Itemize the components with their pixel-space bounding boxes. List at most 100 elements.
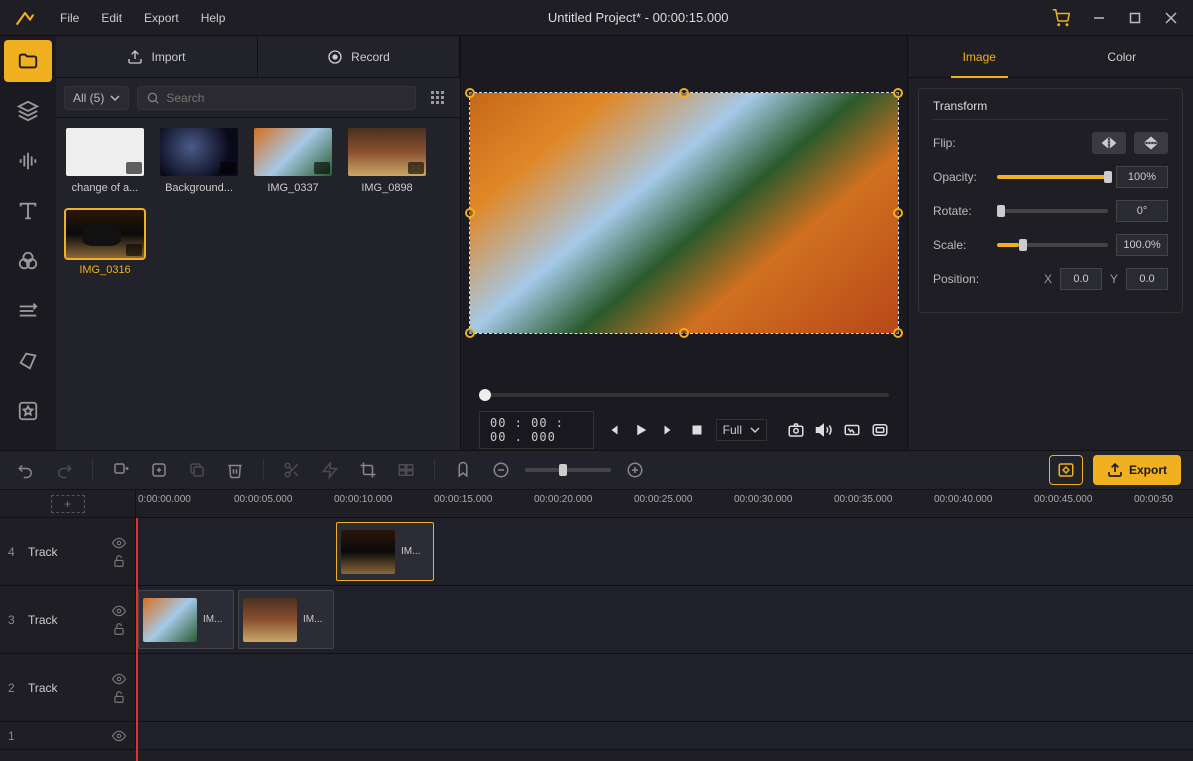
flip-horizontal-button[interactable]: [1092, 132, 1126, 154]
import-icon: [127, 49, 143, 65]
tool-filters[interactable]: [4, 240, 52, 282]
media-search[interactable]: [137, 86, 416, 110]
timeline-clip[interactable]: IM...: [336, 522, 434, 581]
visibility-icon[interactable]: [111, 729, 127, 743]
lock-icon[interactable]: [111, 690, 127, 704]
aspect-button[interactable]: [843, 418, 861, 442]
flip-vertical-button[interactable]: [1134, 132, 1168, 154]
media-item[interactable]: IMG_0316: [66, 210, 144, 276]
scrubber-thumb[interactable]: [479, 389, 491, 401]
add-track-button[interactable]: +: [51, 495, 85, 513]
tool-audio[interactable]: [4, 140, 52, 182]
timeline-clip[interactable]: IM...: [238, 590, 334, 649]
preview-size-select[interactable]: Full: [716, 419, 767, 441]
marker-add-button[interactable]: [107, 456, 135, 484]
search-input[interactable]: [166, 91, 407, 105]
opacity-value[interactable]: 100%: [1116, 166, 1168, 188]
marker-button[interactable]: [449, 456, 477, 484]
import-button[interactable]: Import: [56, 36, 258, 77]
timeline-ruler[interactable]: 0:00:00.000 00:00:05.000 00:00:10.000 00…: [136, 490, 1193, 517]
visibility-icon[interactable]: [111, 536, 127, 550]
track-lane[interactable]: [136, 654, 1193, 721]
scrubber[interactable]: [479, 393, 889, 397]
duplicate-button[interactable]: [183, 456, 211, 484]
zoom-in-button[interactable]: [621, 456, 649, 484]
track-lane[interactable]: [136, 722, 1193, 749]
tab-color[interactable]: Color: [1051, 36, 1193, 77]
stop-button[interactable]: [688, 418, 706, 442]
maximize-button[interactable]: [1117, 0, 1153, 36]
position-y-value[interactable]: 0.0: [1126, 268, 1168, 290]
export-button[interactable]: Export: [1093, 455, 1181, 485]
volume-button[interactable]: [815, 418, 833, 442]
tool-text[interactable]: [4, 190, 52, 232]
group-button[interactable]: [392, 456, 420, 484]
playhead[interactable]: [136, 518, 138, 761]
media-filter-dropdown[interactable]: All (5): [64, 86, 129, 110]
split-button[interactable]: [278, 456, 306, 484]
tool-layers[interactable]: [4, 90, 52, 132]
play-button[interactable]: [632, 418, 650, 442]
tool-transitions[interactable]: [4, 290, 52, 332]
menu-help[interactable]: Help: [191, 5, 236, 31]
view-mode-button[interactable]: [424, 84, 452, 112]
track-lane[interactable]: IM...: [136, 518, 1193, 585]
tab-image[interactable]: Image: [908, 36, 1051, 77]
fullscreen-button[interactable]: [871, 418, 889, 442]
scale-slider[interactable]: [997, 243, 1108, 247]
timeline-body[interactable]: 4 Track IM... 3 Track: [0, 518, 1193, 761]
zoom-slider[interactable]: [525, 468, 611, 472]
menu-export[interactable]: Export: [134, 5, 189, 31]
minimize-button[interactable]: [1081, 0, 1117, 36]
redo-button[interactable]: [50, 456, 78, 484]
image-badge-icon: [126, 244, 142, 256]
media-item[interactable]: IMG_0898: [348, 128, 426, 194]
undo-button[interactable]: [12, 456, 40, 484]
tool-elements[interactable]: [4, 390, 52, 432]
tool-media[interactable]: [4, 40, 52, 82]
next-frame-button[interactable]: [660, 418, 678, 442]
cart-button[interactable]: [1041, 0, 1081, 36]
resize-handle[interactable]: [679, 88, 689, 98]
rotate-slider[interactable]: [997, 209, 1108, 213]
media-item-label: IMG_0337: [254, 182, 332, 194]
app-logo: [0, 0, 50, 36]
record-button[interactable]: Record: [258, 36, 460, 77]
visibility-icon[interactable]: [111, 604, 127, 618]
rotate-value[interactable]: 0°: [1116, 200, 1168, 222]
timeline-clip[interactable]: IM...: [138, 590, 234, 649]
preview-viewport[interactable]: [461, 36, 907, 380]
resize-handle[interactable]: [893, 328, 903, 338]
prev-frame-button[interactable]: [604, 418, 622, 442]
rotate-label: Rotate:: [933, 204, 989, 218]
add-button[interactable]: [145, 456, 173, 484]
track-lane[interactable]: IM... IM...: [136, 586, 1193, 653]
resize-handle[interactable]: [465, 88, 475, 98]
zoom-out-button[interactable]: [487, 456, 515, 484]
settings-gear-button[interactable]: [1049, 455, 1083, 485]
ruler-mark: 0:00:00.000: [138, 494, 191, 505]
resize-handle[interactable]: [893, 208, 903, 218]
lock-icon[interactable]: [111, 554, 127, 568]
resize-handle[interactable]: [893, 88, 903, 98]
media-item[interactable]: Background...: [160, 128, 238, 194]
resize-handle[interactable]: [465, 208, 475, 218]
crop-button[interactable]: [354, 456, 382, 484]
media-item[interactable]: IMG_0337: [254, 128, 332, 194]
menu-edit[interactable]: Edit: [91, 5, 132, 31]
resize-handle[interactable]: [465, 328, 475, 338]
close-button[interactable]: [1153, 0, 1189, 36]
speed-button[interactable]: [316, 456, 344, 484]
media-item[interactable]: change of a...: [66, 128, 144, 194]
snapshot-button[interactable]: [787, 418, 805, 442]
preview-image[interactable]: [470, 93, 898, 333]
scale-value[interactable]: 100.0%: [1116, 234, 1168, 256]
visibility-icon[interactable]: [111, 672, 127, 686]
menu-file[interactable]: File: [50, 5, 89, 31]
tool-overlay[interactable]: [4, 340, 52, 382]
lock-icon[interactable]: [111, 622, 127, 636]
position-x-value[interactable]: 0.0: [1060, 268, 1102, 290]
delete-button[interactable]: [221, 456, 249, 484]
resize-handle[interactable]: [679, 328, 689, 338]
opacity-slider[interactable]: [997, 175, 1108, 179]
